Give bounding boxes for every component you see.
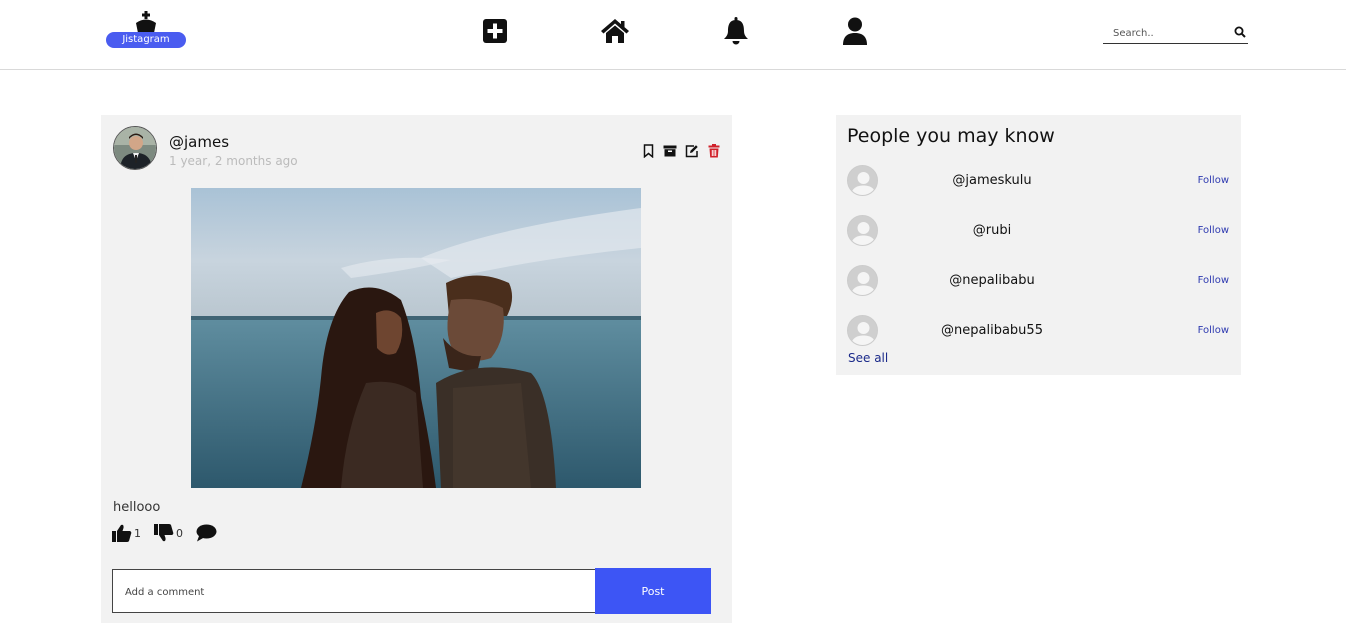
post-comment-button[interactable]: Post — [595, 568, 711, 614]
comment-input[interactable] — [125, 582, 575, 602]
suggestion-row: @rubi Follow — [847, 215, 1229, 247]
post-reactions: 1 0 — [112, 521, 217, 545]
bookmark-icon[interactable] — [640, 143, 656, 159]
suggestion-username[interactable]: @nepalibabu — [847, 273, 1137, 288]
post-caption: hellooo — [113, 500, 161, 515]
create-post-icon[interactable] — [480, 16, 510, 46]
like-count: 1 — [134, 526, 141, 540]
crown-icon — [136, 11, 156, 33]
follow-button[interactable]: Follow — [1198, 175, 1229, 186]
post-author-username[interactable]: @james — [169, 133, 229, 151]
notifications-bell-icon[interactable] — [721, 16, 751, 46]
comment-button[interactable] — [196, 524, 217, 542]
logo[interactable]: Jistagram — [106, 11, 186, 49]
edit-icon[interactable] — [684, 143, 700, 159]
follow-button[interactable]: Follow — [1198, 275, 1229, 286]
post-image[interactable] — [191, 188, 641, 488]
logo-text: Jistagram — [106, 32, 186, 48]
suggestion-username[interactable]: @rubi — [847, 223, 1137, 238]
thumbs-up-icon — [112, 524, 132, 542]
thumbs-down-icon — [154, 524, 174, 542]
dislike-button[interactable]: 0 — [154, 524, 183, 542]
follow-button[interactable]: Follow — [1198, 225, 1229, 236]
suggestion-username[interactable]: @jameskulu — [847, 173, 1137, 188]
comment-field — [112, 569, 596, 613]
see-all-link[interactable]: See all — [848, 351, 888, 365]
home-icon[interactable] — [600, 16, 630, 46]
search-input[interactable] — [1113, 24, 1228, 42]
suggestion-row: @jameskulu Follow — [847, 165, 1229, 197]
follow-button[interactable]: Follow — [1198, 325, 1229, 336]
dislike-count: 0 — [176, 526, 183, 540]
delete-trash-icon[interactable] — [706, 143, 722, 159]
panel-title: People you may know — [847, 125, 1055, 147]
comment-bubble-icon — [196, 524, 217, 542]
post-timestamp: 1 year, 2 months ago — [169, 154, 298, 168]
suggestion-username[interactable]: @nepalibabu55 — [847, 323, 1137, 338]
people-you-may-know-panel: People you may know @jameskulu Follow @r… — [836, 115, 1241, 375]
search-bar — [1103, 22, 1248, 44]
post-author-avatar[interactable] — [113, 126, 157, 170]
top-navbar: Jistagram — [0, 0, 1346, 70]
search-icon[interactable] — [1234, 26, 1246, 38]
profile-user-icon[interactable] — [840, 16, 870, 46]
suggestion-row: @nepalibabu Follow — [847, 265, 1229, 297]
like-button[interactable]: 1 — [112, 524, 141, 542]
suggestion-row: @nepalibabu55 Follow — [847, 315, 1229, 347]
archive-icon[interactable] — [662, 143, 678, 159]
post-card: @james 1 year, 2 months ago hellooo 1 0 … — [101, 115, 732, 623]
post-actions — [640, 143, 722, 159]
